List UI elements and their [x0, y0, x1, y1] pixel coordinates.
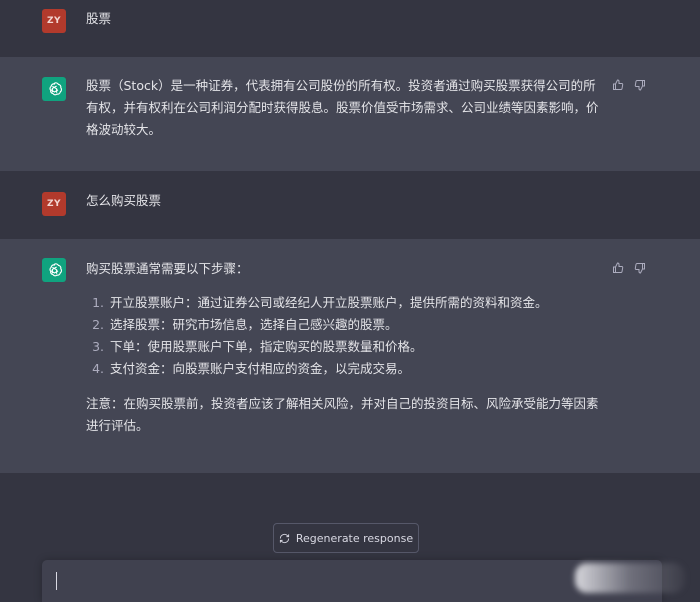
list-item: 下单：使用股票账户下单，指定购买的股票数量和价格。: [108, 336, 606, 358]
thumbs-down-icon[interactable]: [634, 79, 646, 91]
refresh-icon: [279, 533, 289, 543]
regenerate-label: Regenerate response: [295, 531, 414, 545]
thumbs-down-icon[interactable]: [634, 262, 646, 274]
assistant-note: 注意：在购买股票前，投资者应该了解相关风险，并对自己的投资目标、风险承受能力等因…: [86, 396, 599, 433]
thumbs-up-icon[interactable]: [612, 79, 624, 91]
message-composer[interactable]: [42, 560, 662, 602]
user-message-text: 怎么购买股票: [86, 193, 162, 208]
feedback-icons: [612, 79, 646, 91]
blurred-overlay: [575, 563, 685, 593]
user-message: ZY 股票: [0, 0, 700, 57]
text-cursor: [56, 572, 57, 590]
regenerate-response-button[interactable]: Regenerate response: [273, 523, 419, 553]
openai-logo-icon: [42, 258, 66, 282]
user-avatar: ZY: [42, 9, 66, 33]
assistant-paragraph: 股票（Stock）是一种证券，代表拥有公司股份的所有权。投资者通过购买股票获得公…: [86, 78, 599, 137]
list-item: 选择股票：研究市场信息，选择自己感兴趣的股票。: [108, 314, 606, 336]
assistant-message: 购买股票通常需要以下步骤： 开立股票账户：通过证券公司或经纪人开立股票账户，提供…: [0, 239, 700, 473]
openai-logo-icon: [42, 77, 66, 101]
steps-list: 开立股票账户：通过证券公司或经纪人开立股票账户，提供所需的资料和资金。 选择股票…: [86, 292, 606, 380]
assistant-message-text: 购买股票通常需要以下步骤： 开立股票账户：通过证券公司或经纪人开立股票账户，提供…: [86, 258, 606, 437]
list-item: 支付资金：向股票账户支付相应的资金，以完成交易。: [108, 358, 606, 380]
user-avatar: ZY: [42, 192, 66, 216]
assistant-intro: 购买股票通常需要以下步骤：: [86, 261, 249, 276]
user-message: ZY 怎么购买股票: [0, 171, 700, 239]
message-input[interactable]: [52, 568, 556, 594]
user-message-text: 股票: [86, 11, 112, 26]
assistant-message-text: 股票（Stock）是一种证券，代表拥有公司股份的所有权。投资者通过购买股票获得公…: [86, 75, 606, 141]
feedback-icons: [612, 262, 646, 274]
list-item: 开立股票账户：通过证券公司或经纪人开立股票账户，提供所需的资料和资金。: [108, 292, 606, 314]
thumbs-up-icon[interactable]: [612, 262, 624, 274]
assistant-message: 股票（Stock）是一种证券，代表拥有公司股份的所有权。投资者通过购买股票获得公…: [0, 57, 700, 171]
